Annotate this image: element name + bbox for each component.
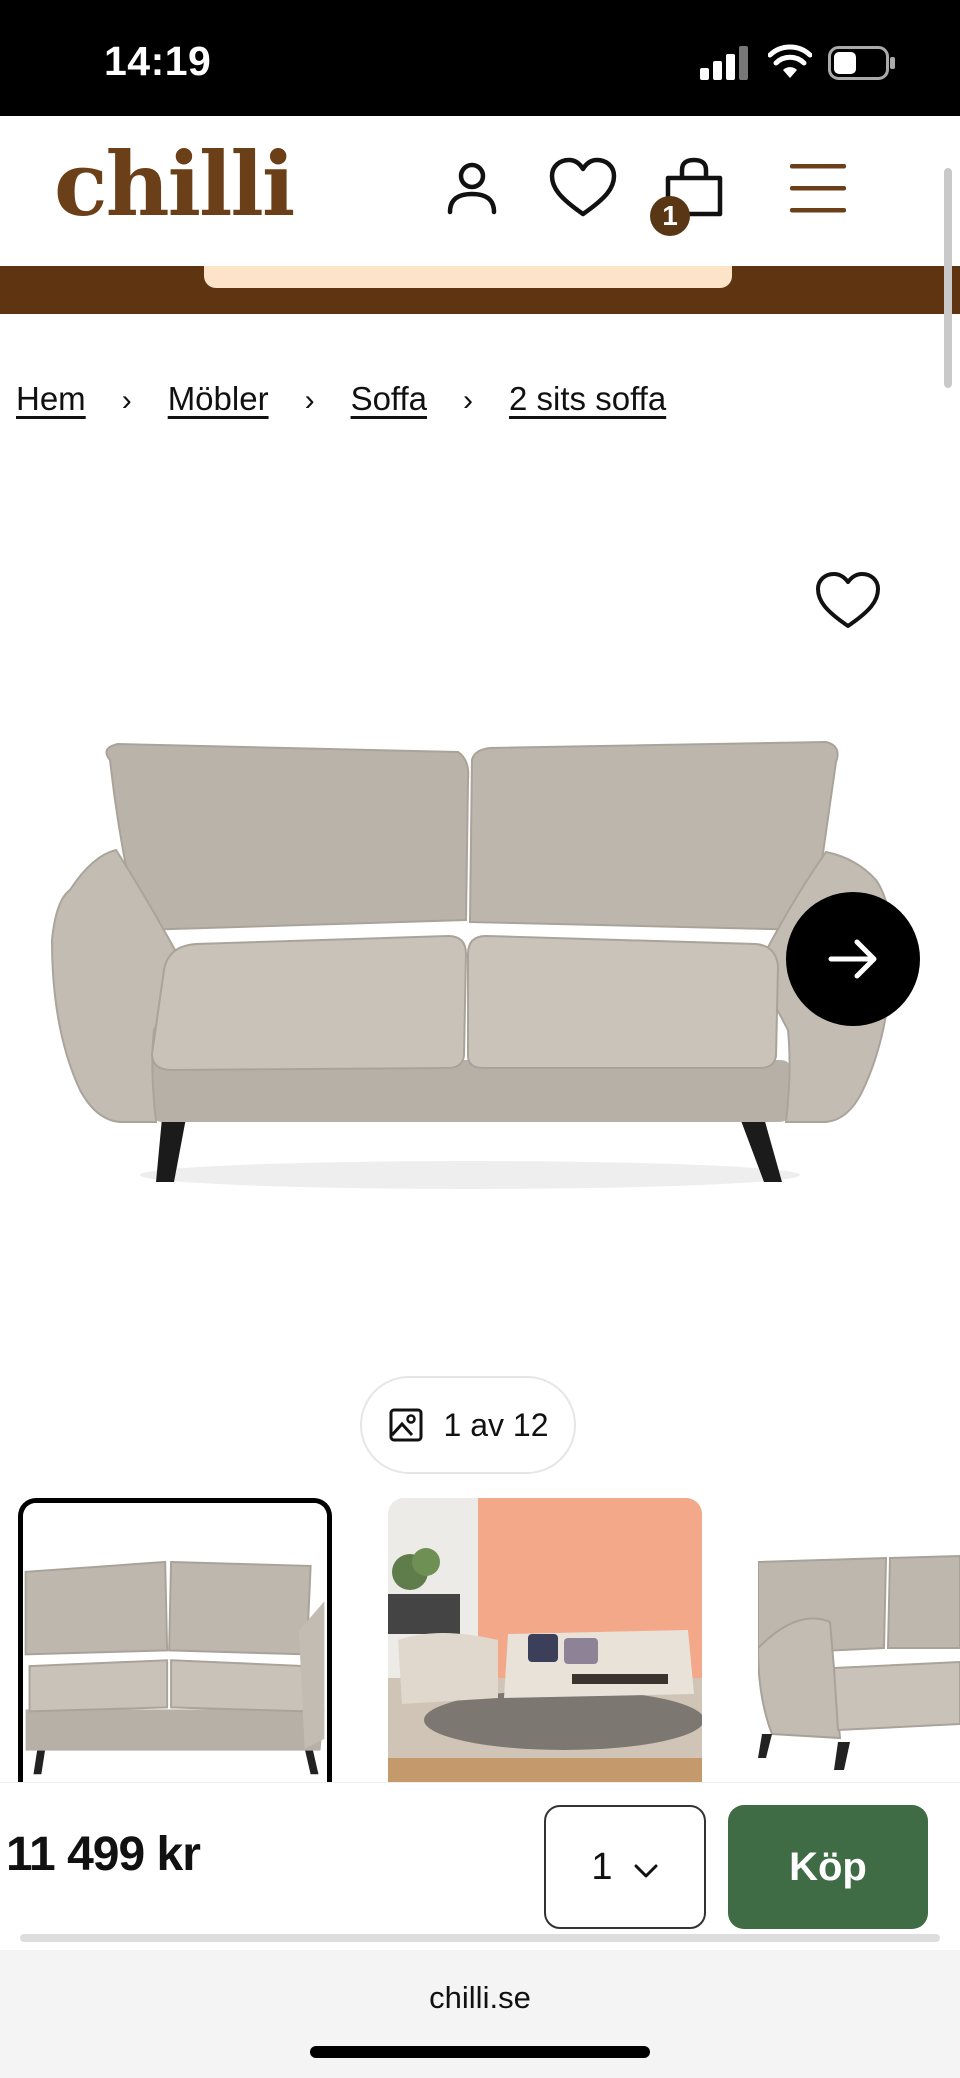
image-counter-text: 1 av 12 <box>443 1406 549 1443</box>
breadcrumb-separator: › <box>304 384 315 417</box>
wishlist-button[interactable] <box>548 156 618 220</box>
breadcrumb-item-soffa[interactable]: Soffa <box>351 380 427 418</box>
breadcrumb-separator: › <box>121 384 132 417</box>
chilli-logo[interactable]: chilli <box>54 140 295 228</box>
browser-address-bar[interactable]: chilli.se <box>0 1950 960 2078</box>
quantity-select[interactable]: 1 <box>544 1805 706 1929</box>
buy-bar: 11 499 kr 1 Köp <box>0 1782 960 1942</box>
next-image-button[interactable] <box>786 892 920 1026</box>
status-time: 14:19 <box>104 38 212 84</box>
product-favorite-button[interactable] <box>814 570 882 632</box>
thumbnail-1[interactable] <box>18 1498 332 1788</box>
page-scrollbar[interactable] <box>944 168 952 388</box>
buy-button[interactable]: Köp <box>728 1805 928 1929</box>
hamburger-menu-icon <box>790 164 846 213</box>
menu-button[interactable] <box>786 156 850 220</box>
home-indicator <box>310 2046 650 2058</box>
scroll-indicator <box>20 1934 940 1942</box>
breadcrumb: Hem › Möbler › Soffa › 2 sits soffa <box>16 380 666 418</box>
thumbnail-3[interactable] <box>758 1498 960 1788</box>
heart-icon <box>816 572 880 628</box>
page: 14:19 chilli 1 Hem › Möbler › Soffa › 2 … <box>0 0 960 2078</box>
status-bar: 14:19 <box>0 0 960 116</box>
site-header: chilli 1 <box>0 116 960 266</box>
breadcrumb-item-mobler[interactable]: Möbler <box>168 380 269 418</box>
image-icon <box>389 1408 423 1442</box>
breadcrumb-separator: › <box>463 384 474 417</box>
heart-icon <box>549 157 617 217</box>
chevron-down-icon <box>634 1864 658 1878</box>
account-button[interactable] <box>440 156 504 220</box>
cart-count-badge: 1 <box>650 196 690 236</box>
thumbnail-image <box>388 1498 702 1788</box>
quantity-value: 1 <box>591 1845 613 1888</box>
thumbnail-image <box>24 1503 325 1788</box>
url-text[interactable]: chilli.se <box>0 1980 960 2016</box>
product-price: 11 499 kr <box>6 1828 201 1881</box>
battery-icon <box>828 46 895 80</box>
image-counter: 1 av 12 <box>360 1376 576 1474</box>
arrow-right-icon <box>828 939 877 979</box>
breadcrumb-item-hem[interactable]: Hem <box>16 380 86 418</box>
user-icon <box>447 162 497 215</box>
thumbnail-image <box>758 1498 960 1788</box>
wifi-icon <box>768 44 812 78</box>
breadcrumb-item-2-sits-soffa[interactable]: 2 sits soffa <box>509 380 666 418</box>
promo-banner[interactable] <box>204 266 732 288</box>
signal-icon <box>700 46 748 80</box>
thumbnail-2[interactable] <box>388 1498 702 1788</box>
